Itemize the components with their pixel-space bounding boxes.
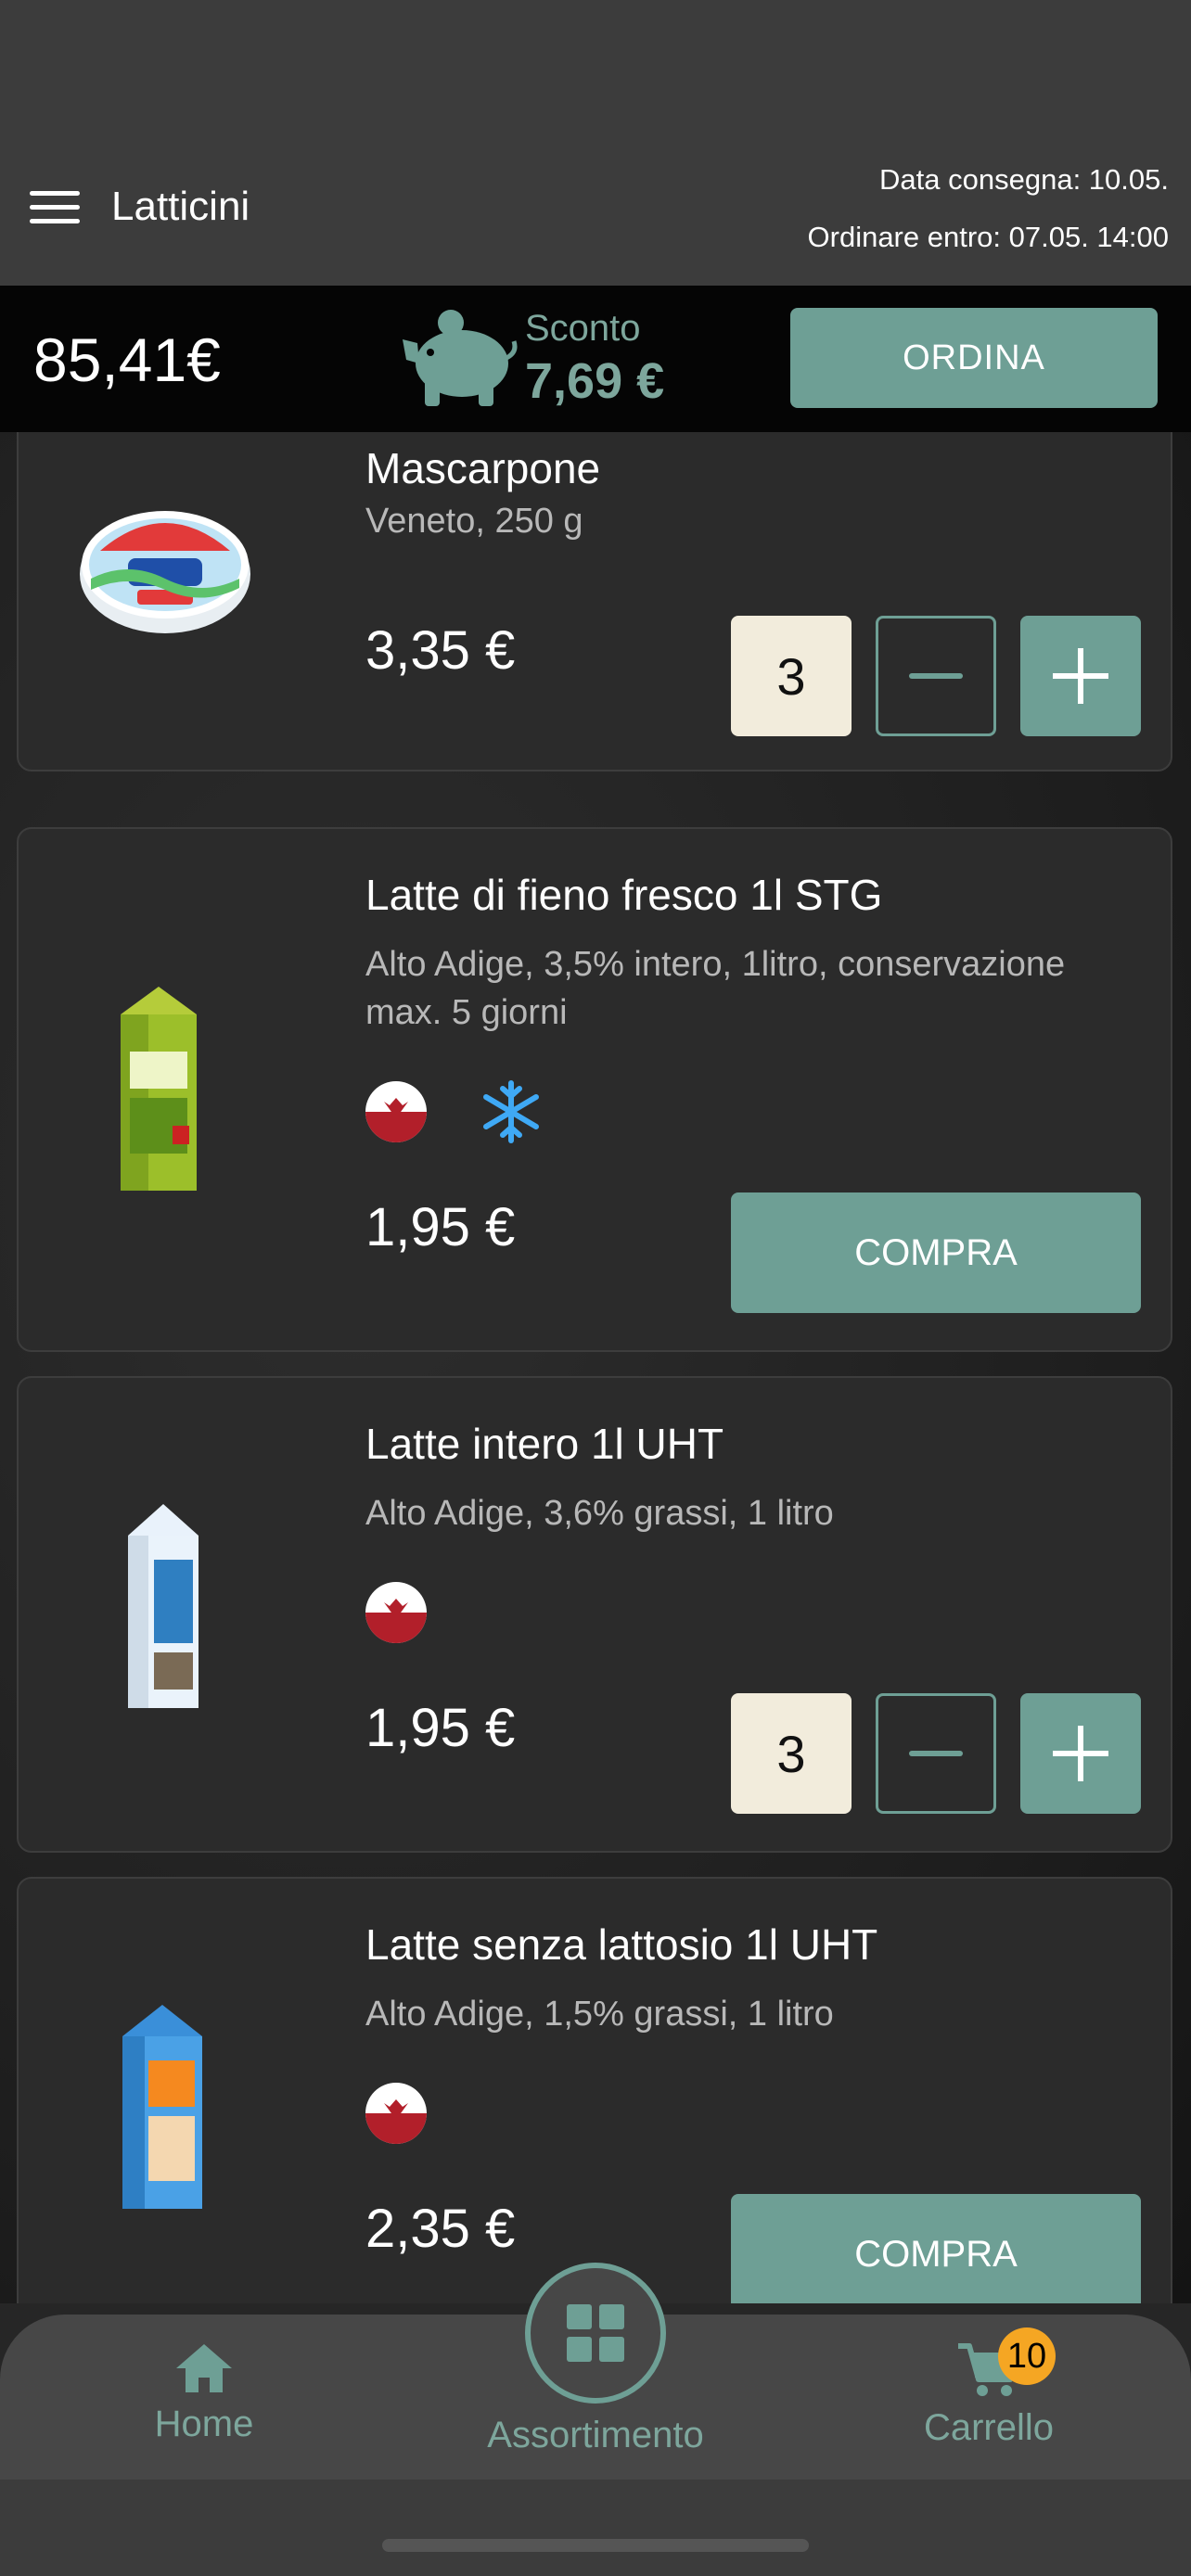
tab-assortment-button[interactable] [525,2263,666,2404]
piggy-bank-icon [403,310,518,406]
tab-cart-label: Carrello [923,2407,1055,2448]
order-button[interactable]: ORDINA [790,308,1158,408]
south-tyrol-eagle-icon [365,2083,427,2144]
product-price: 3,35 € [365,620,516,681]
quantity-display[interactable]: 3 [731,1693,852,1814]
product-description: Alto Adige, 1,5% grassi, 1 litro [365,1995,834,2034]
product-description: Veneto, 250 g [365,502,583,541]
delivery-date: Data consegna: 10.05. [879,163,1169,196]
minus-icon [909,673,963,679]
south-tyrol-eagle-icon [365,1582,427,1643]
tab-home-label: Home [154,2404,254,2444]
milk-carton-image [128,1504,198,1708]
tab-home[interactable]: Home [111,2342,297,2445]
menu-icon[interactable] [30,191,80,224]
grid-icon [567,2304,624,2362]
cart-total: 85,41€ [33,325,221,394]
product-name: Latte di fieno fresco 1l STG [365,871,883,919]
product-card: Mascarpone Veneto, 250 g 3,35 € 3 [17,432,1172,772]
buy-button[interactable]: COMPRA [731,2194,1141,2303]
minus-icon [909,1751,963,1756]
plus-icon [1053,648,1108,704]
page-title: Latticini [111,184,250,229]
home-icon [176,2344,232,2392]
order-summary-bar: 85,41€ Sconto 7,69 € ORDINA [0,286,1191,432]
order-deadline: Ordinare entro: 07.05. 14:00 [807,221,1169,253]
increase-quantity-button[interactable] [1020,1693,1141,1814]
product-list[interactable]: Mascarpone Veneto, 250 g 3,35 € 3 Latte … [0,432,1191,2303]
product-name: Latte senza lattosio 1l UHT [365,1920,878,1969]
product-name: Mascarpone [365,444,601,492]
product-description: Alto Adige, 3,5% intero, 1litro, conserv… [365,945,1066,1032]
product-price: 2,35 € [365,2199,516,2259]
product-card: Latte di fieno fresco 1l STG Alto Adige,… [17,827,1172,1352]
decrease-quantity-button[interactable] [876,1693,996,1814]
mascarpone-product-image [80,511,250,633]
bottom-safe-area [0,2480,1191,2576]
south-tyrol-eagle-icon [365,1081,427,1142]
quantity-display[interactable]: 3 [731,616,852,736]
milk-carton-image [121,987,197,1191]
discount-label: Sconto [525,308,641,349]
product-price: 1,95 € [365,1698,516,1758]
snowflake-icon [483,1080,539,1143]
cart-count-badge: 10 [998,2327,1056,2385]
product-card: Latte senza lattosio 1l UHT Alto Adige, … [17,1877,1172,2303]
tab-assortment-label[interactable]: Assortimento [445,2415,746,2456]
product-description: Alto Adige, 3,6% grassi, 1 litro [365,1494,834,1533]
app-header: Latticini Data consegna: 10.05. Ordinare… [0,0,1191,286]
plus-icon [1053,1726,1108,1781]
milk-carton-image [122,2005,202,2209]
discount-value: 7,69 € [525,353,665,409]
decrease-quantity-button[interactable] [876,616,996,736]
home-indicator [382,2539,809,2552]
product-price: 1,95 € [365,1197,516,1257]
buy-button[interactable]: COMPRA [731,1192,1141,1313]
product-name: Latte intero 1l UHT [365,1420,724,1468]
product-card: Latte intero 1l UHT Alto Adige, 3,6% gra… [17,1376,1172,1853]
increase-quantity-button[interactable] [1020,616,1141,736]
